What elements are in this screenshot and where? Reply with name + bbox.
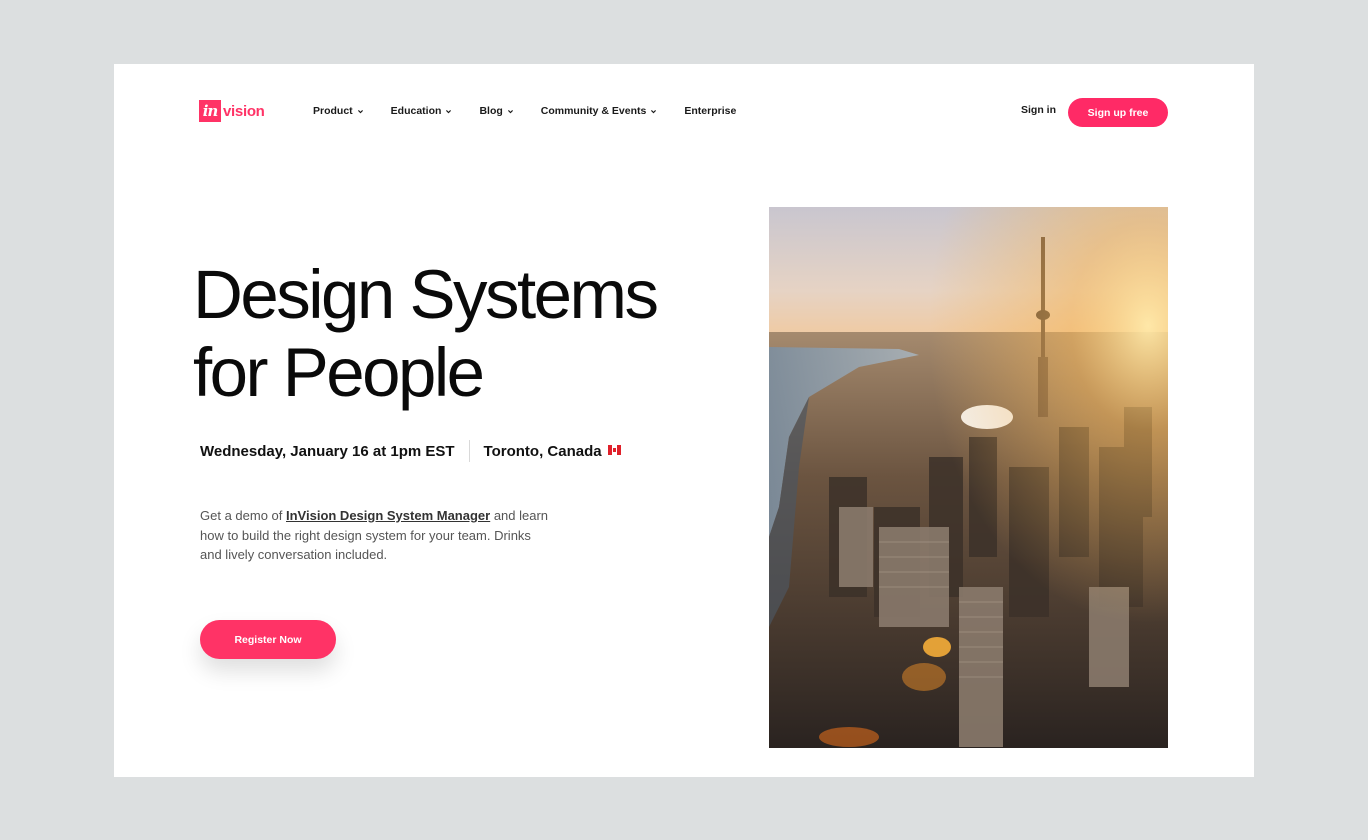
register-now-button[interactable]: Register Now <box>200 620 336 659</box>
divider <box>468 440 470 462</box>
main-nav: Product Education Blog Community & Event… <box>313 102 736 120</box>
logo-mark: in <box>199 100 221 122</box>
page-container: in vision Product Education Blog Communi… <box>114 64 1254 777</box>
nav-item-label: Community & Events <box>540 105 647 117</box>
chevron-down-icon <box>446 109 452 113</box>
chevron-down-icon <box>357 109 363 113</box>
nav-item-label: Enterprise <box>684 105 737 117</box>
nav-item-label: Blog <box>479 105 503 117</box>
nav-item-blog[interactable]: Blog <box>479 105 513 117</box>
event-location: Toronto, Canada <box>483 442 602 460</box>
sign-up-button[interactable]: Sign up free <box>1068 98 1168 127</box>
hero-title-line: for People <box>193 334 485 411</box>
event-date: Wednesday, January 16 at 1pm EST <box>200 442 455 460</box>
chevron-down-icon <box>651 109 657 113</box>
nav-item-label: Education <box>390 105 442 117</box>
hero-title: Design Systems for People <box>193 256 753 412</box>
nav-item-product[interactable]: Product <box>313 105 364 117</box>
dsm-link[interactable]: InVision Design System Manager <box>286 508 490 523</box>
description-text: Get a demo of <box>200 508 286 523</box>
nav-item-enterprise[interactable]: Enterprise <box>684 105 736 117</box>
nav-item-education[interactable]: Education <box>391 105 453 117</box>
event-meta: Wednesday, January 16 at 1pm EST Toronto… <box>200 440 621 462</box>
hero-title-line: Design Systems <box>193 256 659 333</box>
invision-logo[interactable]: in vision <box>199 100 265 122</box>
chevron-down-icon <box>507 109 513 113</box>
nav-item-label: Product <box>313 105 353 117</box>
sign-in-link[interactable]: Sign in <box>1021 104 1056 116</box>
hero-description: Get a demo of InVision Design System Man… <box>200 506 550 565</box>
city-aerial-photo <box>769 207 1168 748</box>
nav-item-community-events[interactable]: Community & Events <box>541 105 658 117</box>
city-skyline-image <box>769 207 1168 748</box>
logo-wordmark: vision <box>223 102 265 120</box>
canada-flag-icon <box>607 445 621 455</box>
